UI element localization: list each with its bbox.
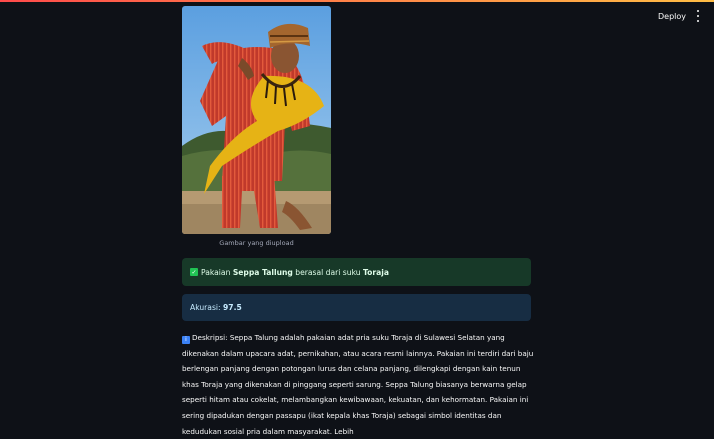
garment-name: Seppa Tallung [232,267,293,277]
app-header: Deploy [0,2,714,32]
result-middle: berasal dari suku [295,267,361,277]
info-icon: i [182,336,190,344]
tribe-name: Toraja [362,267,389,277]
accuracy-label: Akurasi: [190,303,221,312]
uploaded-image [182,6,331,234]
result-success-alert: ✓ Pakaian Seppa Tallung berasal dari suk… [182,258,531,286]
description-body: Deskripsi: Seppa Talung adalah pakaian a… [182,333,534,436]
accuracy-alert: Akurasi: 97.5 [182,294,531,321]
deploy-button[interactable]: Deploy [658,12,686,21]
kebab-menu-icon[interactable] [694,10,702,22]
check-icon: ✓ [190,268,198,276]
accuracy-value: 97.5 [223,303,242,312]
result-prefix: Pakaian [201,267,231,277]
description-text: i Deskripsi: Seppa Talung adalah pakaian … [182,330,534,439]
image-caption: Gambar yang diupload [219,239,294,247]
